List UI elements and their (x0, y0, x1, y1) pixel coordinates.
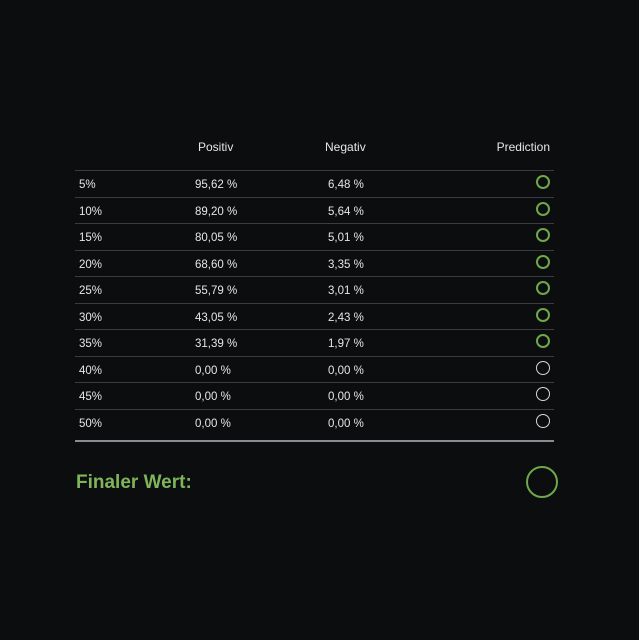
row-threshold: 35% (79, 338, 103, 350)
table-row: 5% 95,62 % 6,48 % (75, 171, 554, 198)
row-negativ-value: 5,64 % (328, 205, 364, 218)
row-threshold: 30% (79, 311, 103, 324)
final-value-label: Finaler Wert: (76, 472, 192, 493)
row-threshold: 5% (79, 179, 96, 191)
row-positiv-value: 55,79 % (195, 285, 238, 297)
header-prediction: Prediction (496, 140, 550, 154)
green-circle-icon (536, 307, 550, 322)
table-row: 50% 0,00 % 0,00 % (75, 410, 554, 436)
row-threshold: 50% (79, 417, 103, 430)
table-header: Positiv Negativ Prediction (75, 132, 554, 171)
row-negativ-value: 0,00 % (328, 417, 364, 430)
row-threshold: 45% (79, 391, 103, 403)
row-positiv-value: 31,39 % (195, 338, 238, 350)
row-positiv-value: 95,62 % (195, 179, 238, 191)
table-row: 25% 55,79 % 3,01 % (75, 277, 554, 304)
table-body: 5% 95,62 % 6,48 % 10% 89,20 % 5,64 % 15% 80,05 … (75, 171, 554, 435)
white-circle-icon (536, 360, 550, 375)
green-circle-icon (536, 175, 550, 189)
table-row: 35% 31,39 % 1,97 % (75, 330, 554, 357)
table-row: 45% 0,00 % 0,00 % (75, 383, 554, 410)
green-circle-icon (536, 334, 550, 348)
prediction-table: Positiv Negativ Prediction 5% 95,62 % 6,48… (75, 132, 554, 435)
table-row: 40% 0,00 % 0,00 % (75, 357, 554, 383)
green-circle-icon (536, 201, 550, 216)
row-negativ-value: 0,00 % (328, 391, 364, 403)
table-row: 20% 68,60 % 3,35 % (75, 251, 554, 277)
row-threshold: 40% (79, 364, 103, 377)
row-positiv-value: 0,00 % (195, 417, 231, 430)
row-negativ-value: 0,00 % (328, 364, 364, 377)
row-threshold: 25% (79, 285, 103, 297)
row-positiv-value: 0,00 % (195, 391, 231, 403)
table-row: 10% 89,20 % 5,64 % (75, 198, 554, 224)
row-threshold: 10% (79, 205, 103, 218)
table-bottom-divider (75, 440, 554, 442)
row-positiv-value: 80,05 % (195, 232, 238, 244)
header-negativ: Negativ (325, 140, 366, 154)
row-negativ-value: 3,35 % (328, 258, 364, 271)
final-prediction-circle-icon (526, 466, 558, 498)
table-row: 15% 80,05 % 5,01 % (75, 224, 554, 251)
white-circle-icon (536, 387, 550, 401)
row-negativ-value: 6,48 % (328, 179, 364, 191)
white-circle-icon (536, 413, 550, 428)
row-negativ-value: 5,01 % (328, 232, 364, 244)
row-positiv-value: 89,20 % (195, 205, 238, 218)
header-positiv: Positiv (198, 140, 234, 154)
row-positiv-value: 0,00 % (195, 364, 231, 377)
table-row: 30% 43,05 % 2,43 % (75, 304, 554, 330)
row-negativ-value: 1,97 % (328, 338, 364, 350)
green-circle-icon (536, 281, 550, 295)
row-positiv-value: 43,05 % (195, 311, 238, 324)
row-threshold: 20% (79, 258, 103, 271)
row-negativ-value: 3,01 % (328, 285, 364, 297)
green-circle-icon (536, 254, 550, 269)
row-positiv-value: 68,60 % (195, 258, 238, 271)
green-circle-icon (536, 228, 550, 242)
row-threshold: 15% (79, 232, 103, 244)
row-negativ-value: 2,43 % (328, 311, 364, 324)
